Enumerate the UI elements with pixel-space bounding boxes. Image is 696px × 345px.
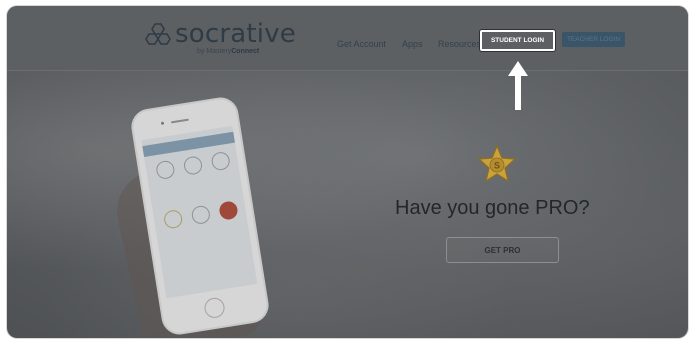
nav-apps[interactable]: Apps [402, 39, 423, 49]
teacher-login-button[interactable]: TEACHER LOGIN [562, 32, 625, 47]
phone-app-icon [155, 159, 176, 181]
nav-get-account[interactable]: Get Account [337, 39, 386, 49]
pro-star-icon: S [477, 144, 517, 183]
logo-byline: by MasteryConnect [197, 48, 260, 55]
pro-headline: Have you gone PRO? [395, 197, 590, 219]
socrative-logo-icon [145, 23, 171, 45]
browser-viewport: socrative by MasteryConnect Get Account … [7, 6, 688, 338]
top-navbar: socrative by MasteryConnect Get Account … [7, 6, 688, 71]
phone-camera [160, 121, 165, 125]
phone-app-icon [210, 150, 231, 172]
phone-speaker [170, 118, 189, 124]
phone-app-icon [162, 208, 184, 230]
phone-app-icon [182, 155, 204, 176]
site-logo[interactable]: socrative by MasteryConnect [145, 19, 296, 58]
pro-badge-letter: S [494, 161, 500, 171]
phone-screen [141, 125, 258, 299]
phone-app-icon [218, 200, 239, 221]
phone-home-button [203, 296, 226, 320]
get-pro-button[interactable]: GET PRO [446, 237, 559, 263]
up-arrow-icon [508, 61, 528, 110]
phone-app-icon [190, 204, 212, 226]
logo-wordmark: socrative [175, 19, 296, 49]
nav-resources[interactable]: Resources [438, 39, 481, 49]
student-login-button[interactable]: STUDENT LOGIN [480, 30, 555, 51]
